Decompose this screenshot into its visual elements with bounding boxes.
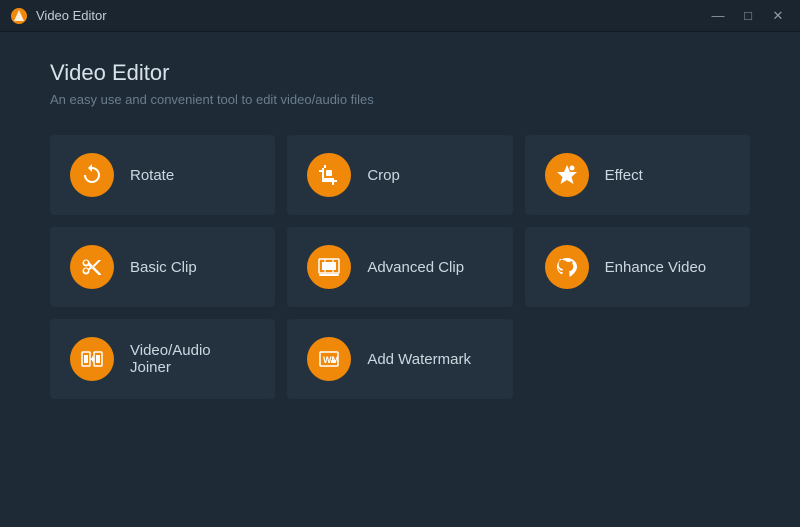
minimize-button[interactable]: — <box>704 5 732 27</box>
watermark-icon: WM <box>317 347 341 371</box>
advanced-clip-label: Advanced Clip <box>367 259 464 276</box>
rotate-icon <box>80 163 104 187</box>
crop-icon-circle <box>307 153 351 197</box>
empty-cell <box>525 319 750 399</box>
video-audio-joiner-label: Video/Audio Joiner <box>130 342 211 376</box>
main-content: Video Editor An easy use and convenient … <box>0 32 800 527</box>
enhance-video-icon-circle <box>545 245 589 289</box>
tool-card-advanced-clip[interactable]: Advanced Clip <box>287 227 512 307</box>
svg-text:WM: WM <box>323 355 339 365</box>
joiner-icon <box>80 347 104 371</box>
crop-icon <box>317 163 341 187</box>
tool-card-basic-clip[interactable]: Basic Clip <box>50 227 275 307</box>
tool-card-effect[interactable]: Effect <box>525 135 750 215</box>
app-logo <box>10 7 28 25</box>
title-bar-left: Video Editor <box>10 7 107 25</box>
effect-icon-circle <box>545 153 589 197</box>
page-subtitle: An easy use and convenient tool to edit … <box>50 92 750 107</box>
effect-label: Effect <box>605 167 643 184</box>
tool-card-rotate[interactable]: Rotate <box>50 135 275 215</box>
advanced-clip-icon-circle <box>307 245 351 289</box>
title-bar-title: Video Editor <box>36 8 107 23</box>
tool-card-add-watermark[interactable]: WM Add Watermark <box>287 319 512 399</box>
close-button[interactable]: ✕ <box>764 5 792 27</box>
watermark-icon-circle: WM <box>307 337 351 381</box>
tool-card-enhance-video[interactable]: Enhance Video <box>525 227 750 307</box>
enhance-video-label: Enhance Video <box>605 259 706 276</box>
tool-card-crop[interactable]: Crop <box>287 135 512 215</box>
palette-icon <box>555 255 579 279</box>
page-title: Video Editor <box>50 60 750 86</box>
rotate-icon-circle <box>70 153 114 197</box>
add-watermark-label: Add Watermark <box>367 351 471 368</box>
basic-clip-icon-circle <box>70 245 114 289</box>
tool-card-video-audio-joiner[interactable]: Video/Audio Joiner <box>50 319 275 399</box>
maximize-button[interactable]: □ <box>734 5 762 27</box>
title-bar-controls: — □ ✕ <box>704 5 792 27</box>
title-bar: Video Editor — □ ✕ <box>0 0 800 32</box>
tool-grid: Rotate Crop Effect <box>50 135 750 399</box>
rotate-label: Rotate <box>130 167 174 184</box>
scissors-icon <box>80 255 104 279</box>
advanced-clip-icon <box>317 255 341 279</box>
effect-icon <box>555 163 579 187</box>
joiner-icon-circle <box>70 337 114 381</box>
crop-label: Crop <box>367 167 400 184</box>
basic-clip-label: Basic Clip <box>130 259 197 276</box>
